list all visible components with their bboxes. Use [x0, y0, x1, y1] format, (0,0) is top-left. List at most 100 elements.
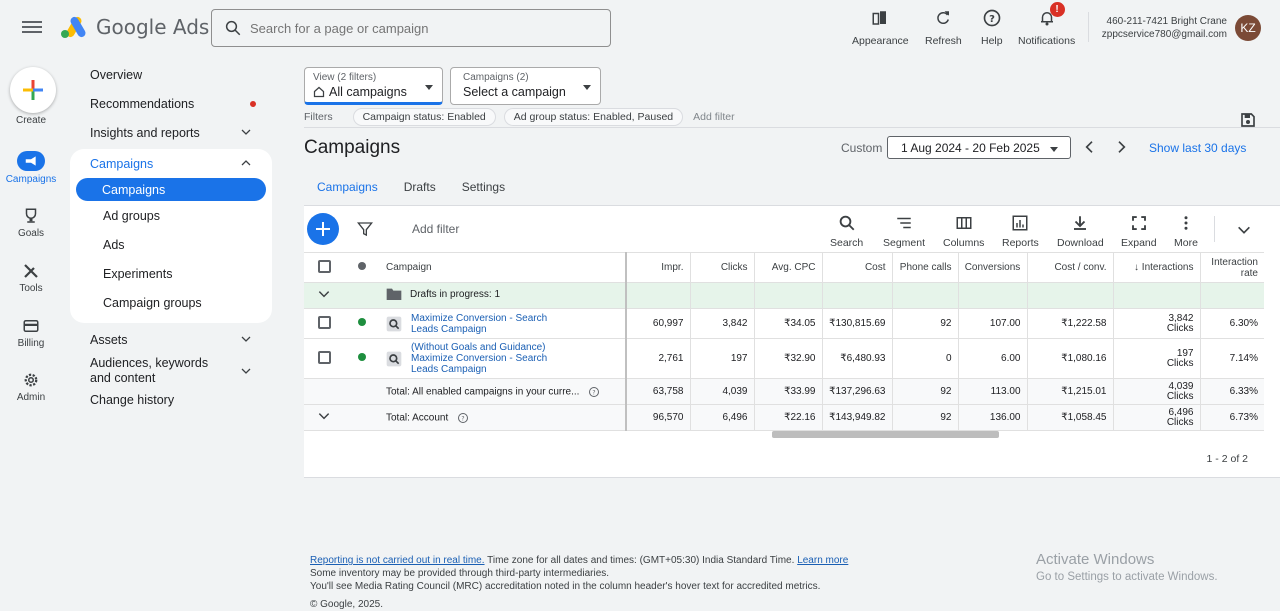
help-icon[interactable]: ?: [457, 412, 469, 424]
learn-more-link[interactable]: Learn more: [797, 555, 848, 566]
toolbar-segment-button[interactable]: Segment: [883, 214, 925, 249]
rail-billing[interactable]: Billing: [0, 317, 62, 349]
account-cell-conversions: 136.00: [957, 404, 1027, 431]
view-selector-value: All campaigns: [329, 85, 407, 99]
table-row[interactable]: Maximize Conversion - Search Leads Campa…: [304, 308, 1264, 339]
toolbar-download-button[interactable]: Download: [1057, 214, 1104, 249]
campaign-name-link[interactable]: (Without Goals and Guidance) Maximize Co…: [411, 342, 547, 375]
google-ads-logo-icon: [61, 16, 86, 38]
nav-sub-campaign-groups[interactable]: Campaign groups: [70, 288, 272, 317]
total-interactions-value: 4,039: [1168, 380, 1194, 392]
filter-chip-ad-group-status[interactable]: Ad group status: Enabled, Paused: [503, 108, 684, 126]
rail-goals[interactable]: Goals: [0, 207, 62, 239]
search-input[interactable]: [250, 20, 590, 36]
help-icon[interactable]: ?: [588, 386, 600, 398]
rail-tools[interactable]: Tools: [0, 262, 62, 294]
nav-campaigns-header[interactable]: Campaigns: [70, 149, 272, 178]
header-cost[interactable]: Cost: [821, 252, 892, 283]
nav-audiences[interactable]: Audiences, keywords and content: [70, 354, 272, 388]
nav-sub-experiments[interactable]: Experiments: [70, 259, 272, 288]
rail-campaigns[interactable]: Campaigns: [0, 151, 62, 185]
chevron-down-icon[interactable]: [1236, 222, 1252, 238]
nav-overview[interactable]: Overview: [70, 60, 272, 89]
notifications-button[interactable]: ! Notifications: [1018, 2, 1075, 47]
avatar[interactable]: KZ: [1235, 15, 1261, 41]
tab-settings[interactable]: Settings: [449, 172, 518, 209]
appearance-button[interactable]: Appearance: [852, 6, 909, 47]
account-email: zppcservice780@gmail.com: [1101, 29, 1227, 40]
table-add-filter[interactable]: Add filter: [412, 222, 459, 236]
campaign-name-link[interactable]: Maximize Conversion - Search Leads Campa…: [411, 313, 547, 335]
campaign-selector[interactable]: Campaigns (2) Select a campaign: [450, 67, 601, 105]
google-ads-logo[interactable]: Google Ads: [60, 15, 209, 39]
save-icon[interactable]: [1240, 112, 1256, 128]
nav-sub-ad-groups[interactable]: Ad groups: [70, 201, 272, 230]
cell-cost-per-conv: ₹1,222.58: [1026, 308, 1113, 339]
nav-sub-campaigns[interactable]: Campaigns: [76, 178, 266, 201]
chevron-left-icon[interactable]: [1082, 139, 1098, 155]
date-range-picker[interactable]: 1 Aug 2024 - 20 Feb 2025: [887, 136, 1071, 159]
chevron-down-icon[interactable]: [317, 287, 331, 301]
nav-change-history[interactable]: Change history: [70, 388, 272, 412]
select-all-checkbox[interactable]: [317, 259, 331, 273]
header-interactions[interactable]: ↓ Interactions: [1112, 252, 1200, 283]
campaign-selector-caption: Campaigns (2): [463, 72, 529, 83]
drafts-row[interactable]: Drafts in progress: 1: [304, 282, 1264, 309]
total-cell-conversions: 113.00: [957, 378, 1027, 405]
help-button[interactable]: ? Help: [981, 6, 1003, 47]
row-checkbox[interactable]: [317, 350, 331, 364]
nav-insights[interactable]: Insights and reports: [70, 118, 272, 147]
row-checkbox[interactable]: [317, 315, 331, 329]
filter-chip-campaign-status[interactable]: Campaign status: Enabled: [352, 108, 496, 126]
header-campaign[interactable]: Campaign: [380, 252, 627, 283]
header-clicks[interactable]: Clicks: [689, 252, 754, 283]
page-title: Campaigns: [304, 137, 401, 158]
horizontal-scrollbar[interactable]: [772, 431, 999, 438]
view-selector[interactable]: View (2 filters) All campaigns: [304, 67, 443, 105]
nav-recommendations[interactable]: Recommendations: [70, 89, 272, 118]
toolbar-columns-button[interactable]: Columns: [943, 214, 984, 249]
account-info[interactable]: 460-211-7421 Bright Crane zppcservice780…: [1097, 15, 1227, 41]
header-cost-per-conv[interactable]: Cost / conv.: [1026, 252, 1113, 283]
drafts-label: Drafts in progress: 1: [410, 288, 501, 300]
header-avg-cpc[interactable]: Avg. CPC: [753, 252, 822, 283]
add-filter-link[interactable]: Add filter: [693, 111, 734, 123]
account-cell-phone-calls: 92: [891, 404, 958, 431]
toolbar-more-button[interactable]: More: [1174, 214, 1198, 249]
create-button[interactable]: [10, 67, 56, 113]
search-box[interactable]: [211, 9, 611, 47]
rail-goals-label: Goals: [17, 228, 45, 239]
toolbar-download-label: Download: [1057, 237, 1104, 249]
nav-assets[interactable]: Assets: [70, 325, 272, 354]
cell-cost-per-conv: ₹1,080.16: [1026, 338, 1113, 379]
refresh-button[interactable]: Refresh: [925, 6, 962, 47]
nav-sub-ads[interactable]: Ads: [70, 230, 272, 259]
header-interaction-rate[interactable]: Interaction rate: [1199, 252, 1264, 283]
reporting-link[interactable]: Reporting is not carried out in real tim…: [310, 555, 485, 566]
chevron-right-icon[interactable]: [1113, 139, 1129, 155]
create-label: Create: [15, 115, 46, 126]
credit-card-icon: [23, 320, 39, 332]
watermark-title: Activate Windows: [1036, 551, 1155, 568]
show-last-30-days-link[interactable]: Show last 30 days: [1149, 141, 1246, 155]
chevron-up-icon: [241, 160, 251, 166]
header-conversions[interactable]: Conversions: [957, 252, 1027, 283]
add-campaign-button[interactable]: [307, 213, 339, 245]
campaign-table-panel: Add filter Search Segment Columns Report…: [304, 205, 1280, 478]
svg-text:?: ?: [989, 14, 995, 25]
rail-admin[interactable]: Admin: [0, 371, 62, 403]
toolbar-reports-button[interactable]: Reports: [1002, 214, 1039, 249]
menu-icon[interactable]: [22, 18, 42, 38]
tab-campaigns[interactable]: Campaigns: [304, 172, 391, 209]
header-impr[interactable]: Impr.: [625, 252, 690, 283]
filter-icon[interactable]: [357, 221, 373, 237]
nav-sub-ads-label: Ads: [103, 237, 125, 252]
cell-phone-calls: 92: [891, 308, 958, 339]
account-cell-impr: 96,570: [625, 404, 690, 431]
header-phone-calls[interactable]: Phone calls: [891, 252, 958, 283]
toolbar-search-button[interactable]: Search: [830, 214, 863, 249]
chevron-down-icon[interactable]: [317, 409, 331, 423]
table-row[interactable]: (Without Goals and Guidance) Maximize Co…: [304, 338, 1264, 379]
toolbar-expand-button[interactable]: Expand: [1121, 214, 1157, 249]
tab-drafts[interactable]: Drafts: [391, 172, 449, 209]
